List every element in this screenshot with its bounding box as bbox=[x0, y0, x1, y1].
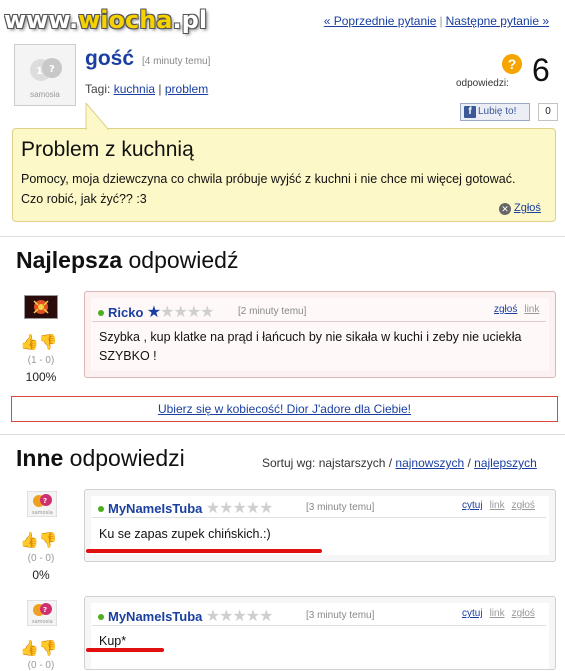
sort-options: Sortuj wg: najstarszych / najnowszych / … bbox=[262, 456, 537, 470]
svg-text:?: ? bbox=[43, 497, 47, 505]
best-answer-heading: Najlepsza odpowiedź bbox=[16, 247, 239, 273]
answer-actions: cytuj link zgłoś bbox=[455, 500, 535, 511]
question-title: Problem z kuchnią bbox=[21, 138, 194, 161]
svg-text:1: 1 bbox=[36, 66, 43, 77]
divider bbox=[92, 517, 546, 518]
answer-percent: 0% bbox=[32, 568, 50, 582]
question-body: Pomocy, moja dziewczyna co chwila próbuj… bbox=[21, 172, 516, 206]
answer-author[interactable]: MyNameIsTuba bbox=[108, 609, 202, 624]
asker-avatar[interactable]: 1 ? samosia bbox=[14, 44, 76, 106]
report-link[interactable]: zgłoś bbox=[512, 608, 535, 619]
answer-votes: (0 - 0) bbox=[27, 553, 55, 564]
rating-stars: ★★★★★ bbox=[205, 608, 274, 625]
rating-stars: ★★★★★ bbox=[146, 304, 215, 321]
speech-bubbles-icon: 1 ? bbox=[30, 58, 62, 81]
answer-time: [3 minuty temu] bbox=[306, 610, 375, 621]
question-tags: Tagi: kuchnia | problem bbox=[85, 82, 209, 96]
question-bubble-tail bbox=[85, 103, 110, 130]
avatar-brand: samosia bbox=[30, 90, 60, 99]
thumbs-up-icon[interactable]: 👍 bbox=[20, 334, 39, 351]
quote-link[interactable]: cytuj bbox=[462, 608, 483, 619]
answer-text: Ku se zapas zupek chińskich.:) bbox=[99, 527, 271, 541]
thumbs-up-icon[interactable]: 👍 bbox=[20, 640, 39, 657]
rating-stars: ★★★★★ bbox=[205, 500, 274, 517]
online-status-icon bbox=[98, 506, 104, 512]
best-answer-author[interactable]: Ricko bbox=[108, 305, 143, 320]
question-time: [4 minuty temu] bbox=[142, 56, 211, 67]
facebook-like-button[interactable]: f Lubię to! bbox=[460, 103, 530, 121]
next-question-link[interactable]: Następne pytanie » bbox=[446, 14, 549, 28]
svg-text:samosia: samosia bbox=[32, 510, 53, 516]
svg-text:?: ? bbox=[43, 606, 47, 614]
sort-oldest: najstarszych bbox=[318, 456, 386, 470]
answer-author[interactable]: MyNameIsTuba bbox=[108, 501, 202, 516]
asker-name: gość bbox=[85, 47, 135, 70]
prev-question-link[interactable]: « Poprzednie pytanie bbox=[324, 14, 437, 28]
thumbs-up-icon[interactable]: 👍 bbox=[20, 532, 39, 549]
avatar-image bbox=[33, 300, 49, 314]
best-answer-percent: 100% bbox=[25, 370, 57, 384]
answers-count-label: odpowiedzi: bbox=[456, 78, 509, 89]
facebook-icon: f bbox=[464, 106, 476, 118]
tag-kuchnia[interactable]: kuchnia bbox=[114, 82, 155, 96]
svg-text:?: ? bbox=[49, 64, 55, 75]
question-navigation: « Poprzednie pytanie | Następne pytanie » bbox=[323, 14, 549, 28]
answer-header: MyNameIsTuba ★★★★★ bbox=[98, 606, 274, 626]
answer-header: MyNameIsTuba ★★★★★ bbox=[98, 498, 274, 518]
ad-banner[interactable]: Ubierz się w kobiecość! Dior J'adore dla… bbox=[11, 396, 558, 422]
best-answer-text: Szybka , kup klatke na prąd i łańcuch by… bbox=[99, 330, 522, 363]
other-answers-heading: Inne odpowiedzi bbox=[16, 445, 185, 471]
sort-newest[interactable]: najnowszych bbox=[395, 456, 464, 470]
answer-avatar[interactable]: ? samosia bbox=[27, 600, 57, 626]
site-watermark: www.wiocha.pl bbox=[4, 6, 208, 34]
best-answer-header: Ricko ★★★★★ bbox=[98, 302, 215, 322]
online-status-icon bbox=[98, 310, 104, 316]
best-answer-time: [2 minuty temu] bbox=[238, 306, 307, 317]
thumbs-down-icon[interactable]: 👎 bbox=[39, 532, 58, 549]
answers-count: 6 bbox=[532, 52, 550, 88]
report-link[interactable]: zgłoś bbox=[494, 304, 517, 315]
divider bbox=[0, 434, 565, 435]
ad-link[interactable]: Ubierz się w kobiecość! Dior J'adore dla… bbox=[158, 402, 411, 416]
red-highlight-underline bbox=[86, 549, 322, 553]
answer-votes: (0 - 0) bbox=[27, 660, 55, 671]
facebook-like-count: 0 bbox=[538, 103, 558, 121]
thumbs-down-icon[interactable]: 👎 bbox=[39, 334, 58, 351]
close-icon: ✕ bbox=[499, 203, 511, 215]
svg-text:samosia: samosia bbox=[32, 619, 53, 625]
red-highlight-underline bbox=[86, 648, 164, 652]
permalink[interactable]: link bbox=[524, 304, 539, 315]
divider bbox=[0, 236, 565, 237]
report-link[interactable]: zgłoś bbox=[512, 500, 535, 511]
permalink[interactable]: link bbox=[490, 608, 505, 619]
tag-problem[interactable]: problem bbox=[165, 82, 208, 96]
answer-avatar[interactable]: ? samosia bbox=[27, 491, 57, 517]
divider bbox=[92, 321, 546, 322]
report-question-button[interactable]: ✕ Zgłoś bbox=[499, 202, 541, 215]
answer-actions: cytuj link zgłoś bbox=[455, 608, 535, 619]
online-status-icon bbox=[98, 614, 104, 620]
question-mark-icon: ? bbox=[502, 54, 522, 74]
thumbs-down-icon[interactable]: 👎 bbox=[39, 640, 58, 657]
permalink[interactable]: link bbox=[490, 500, 505, 511]
best-answer-actions: zgłoś link bbox=[487, 304, 539, 315]
quote-link[interactable]: cytuj bbox=[462, 500, 483, 511]
best-answer-votes: (1 - 0) bbox=[27, 355, 55, 366]
divider bbox=[92, 625, 546, 626]
answer-time: [3 minuty temu] bbox=[306, 502, 375, 513]
sort-best[interactable]: najlepszych bbox=[474, 456, 537, 470]
best-answer-avatar[interactable] bbox=[24, 295, 58, 319]
